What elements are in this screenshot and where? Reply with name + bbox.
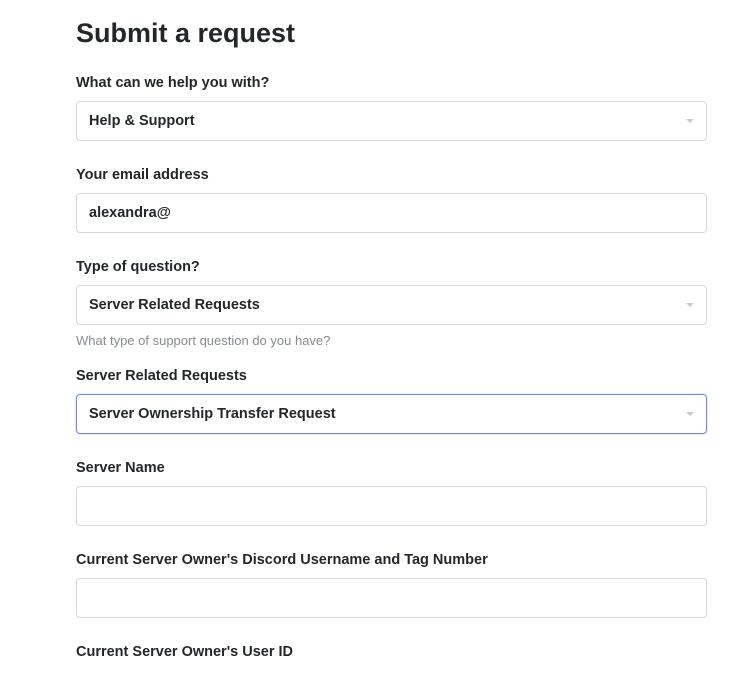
field-email: Your email address alexandra@ xyxy=(76,167,707,233)
help-question-type: What type of support question do you hav… xyxy=(76,333,707,348)
input-email-value: alexandra@ xyxy=(89,205,171,221)
label-help-with: What can we help you with? xyxy=(76,75,707,91)
label-owner-userid: Current Server Owner's User ID xyxy=(76,644,707,660)
field-help-with: What can we help you with? Help & Suppor… xyxy=(76,75,707,141)
chevron-down-icon xyxy=(686,412,694,416)
label-server-requests: Server Related Requests xyxy=(76,368,707,384)
select-help-with[interactable]: Help & Support xyxy=(76,101,707,141)
input-server-name[interactable] xyxy=(76,486,707,526)
chevron-down-icon xyxy=(686,303,694,307)
field-server-requests: Server Related Requests Server Ownership… xyxy=(76,368,707,434)
chevron-down-icon xyxy=(686,119,694,123)
label-email: Your email address xyxy=(76,167,707,183)
select-server-requests-value: Server Ownership Transfer Request xyxy=(89,406,336,422)
input-owner-username[interactable] xyxy=(76,578,707,618)
label-question-type: Type of question? xyxy=(76,259,707,275)
input-email[interactable]: alexandra@ xyxy=(76,193,707,233)
field-server-name: Server Name xyxy=(76,460,707,526)
field-owner-userid: Current Server Owner's User ID xyxy=(76,644,707,660)
label-server-name: Server Name xyxy=(76,460,707,476)
submit-request-page: Submit a request What can we help you wi… xyxy=(0,0,749,700)
select-question-type[interactable]: Server Related Requests xyxy=(76,285,707,325)
field-owner-username: Current Server Owner's Discord Username … xyxy=(76,552,707,618)
label-owner-username: Current Server Owner's Discord Username … xyxy=(76,552,707,568)
select-question-type-value: Server Related Requests xyxy=(89,297,260,313)
field-question-type: Type of question? Server Related Request… xyxy=(76,259,707,348)
page-title: Submit a request xyxy=(76,18,707,49)
select-help-with-value: Help & Support xyxy=(89,113,195,129)
select-server-requests[interactable]: Server Ownership Transfer Request xyxy=(76,394,707,434)
